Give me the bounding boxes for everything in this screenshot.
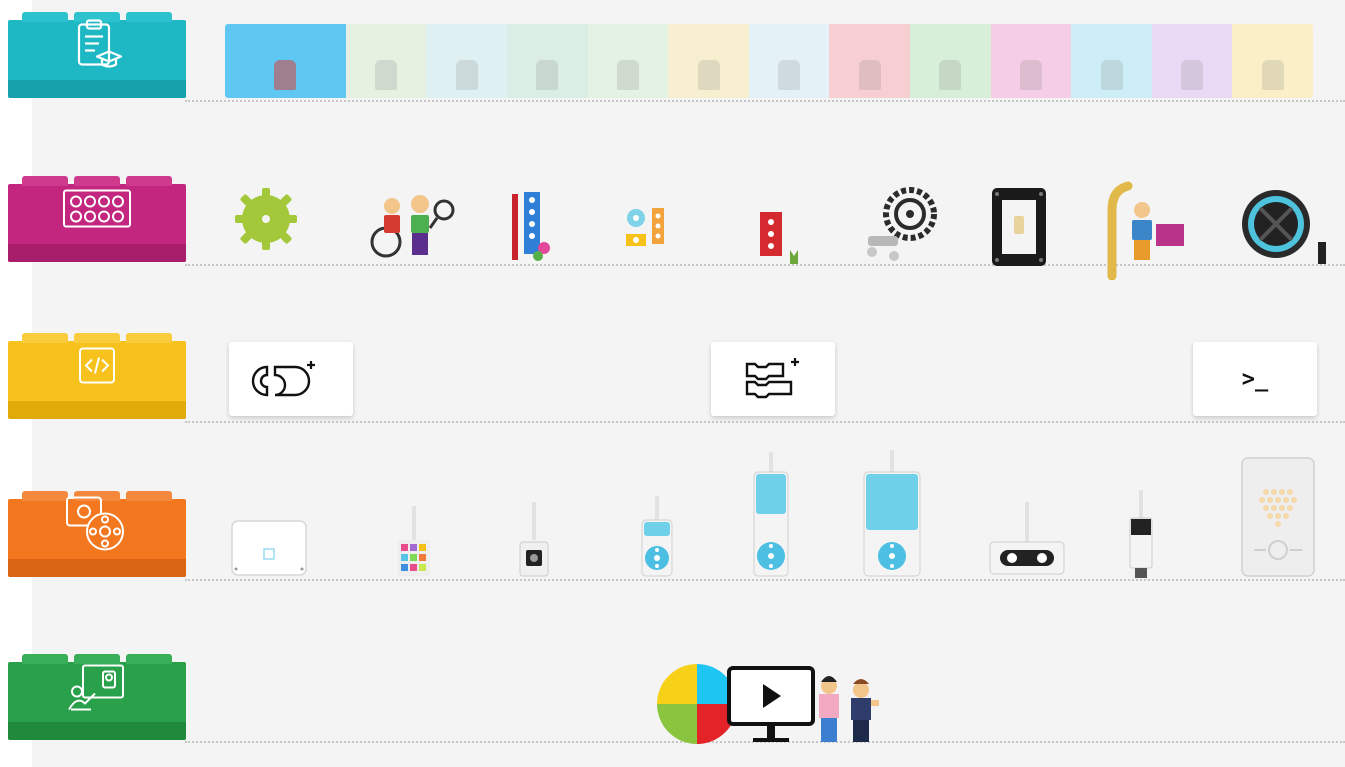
lessons-brick[interactable]: [8, 12, 186, 98]
minifigure-icon: [536, 60, 559, 90]
lesson-thumbnail[interactable]: [426, 24, 508, 98]
teacher-support-brick[interactable]: [8, 654, 186, 740]
lesson-thumbnail[interactable]: [587, 24, 669, 98]
minifigure-icon: [1261, 60, 1284, 90]
minifigure-icon: [939, 60, 962, 90]
small-hub-icon: [230, 519, 308, 582]
lesson-thumbnail[interactable]: [1151, 24, 1233, 98]
lesson-thumbnail[interactable]: [225, 24, 346, 98]
wheel-tire-icon: [1236, 186, 1332, 273]
python-card[interactable]: >_: [1193, 342, 1317, 416]
minifigure-icon: [274, 60, 297, 90]
hardware-brick[interactable]: [8, 491, 186, 577]
lesson-thumbnail[interactable]: [668, 24, 749, 98]
red-plate-icon: [756, 210, 806, 273]
medium-motor-icon: [750, 452, 792, 585]
large-hub-icon: [1240, 456, 1316, 583]
lesson-thumbnail[interactable]: [1232, 24, 1313, 98]
teacher-board-icon: [67, 662, 127, 717]
clipboard-graduation-icon: [69, 17, 125, 78]
force-sensor-icon: [1126, 490, 1156, 587]
row-divider: [185, 100, 1345, 102]
beam-minifigure-icon: [1098, 180, 1190, 285]
gear-axle-icon: [864, 186, 942, 273]
word-blocks-icon: [251, 361, 315, 397]
lesson-thumbnail[interactable]: [829, 24, 911, 98]
minifigure-icon: [455, 60, 478, 90]
coding-brick[interactable]: [8, 333, 186, 419]
minifigure-icon: [616, 60, 639, 90]
frame-icon: [988, 184, 1050, 275]
icon-blocks-card[interactable]: [711, 342, 835, 416]
lesson-thumbnail[interactable]: [1071, 24, 1152, 98]
beam-flower-icon: [508, 190, 554, 271]
small-motor-icon: [636, 496, 678, 585]
lesson-thumbnail[interactable]: [748, 24, 830, 98]
minifigure-icon: [1100, 60, 1123, 90]
wheel-beam-icon: [624, 206, 672, 257]
minifigure-icon: [697, 60, 720, 90]
large-motor-icon: [862, 450, 922, 585]
minifigure-icon: [1019, 60, 1042, 90]
distance-sensor-icon: [986, 502, 1068, 583]
building-elements-brick[interactable]: [8, 176, 186, 262]
lesson-thumbnail[interactable]: [910, 24, 991, 98]
icon-blocks-icon: [745, 358, 799, 399]
terminal-prompt-icon: >_: [1241, 366, 1269, 392]
color-sensor-icon: [396, 506, 432, 585]
minifigure-icon: [1181, 60, 1204, 90]
hub-motor-icon: [65, 494, 129, 559]
minifigure-icon: [375, 60, 398, 90]
light-sensor-icon: [518, 502, 550, 585]
minifigure-icon: [778, 60, 801, 90]
lesson-thumbnail[interactable]: [990, 24, 1072, 98]
minifigures-icon: [364, 188, 460, 265]
lesson-thumbnail[interactable]: [345, 24, 427, 98]
lesson-thumbnail[interactable]: [507, 24, 588, 98]
word-blocks-card[interactable]: [229, 342, 353, 416]
gear-piece-icon: [222, 184, 310, 259]
row-divider: [185, 421, 1345, 423]
code-brackets-icon: [77, 346, 117, 391]
brick-studs-icon: [62, 189, 132, 234]
minifigure-icon: [858, 60, 881, 90]
video-tutorial-icon: [655, 662, 891, 751]
lesson-thumbnails-strip: [225, 24, 1313, 98]
